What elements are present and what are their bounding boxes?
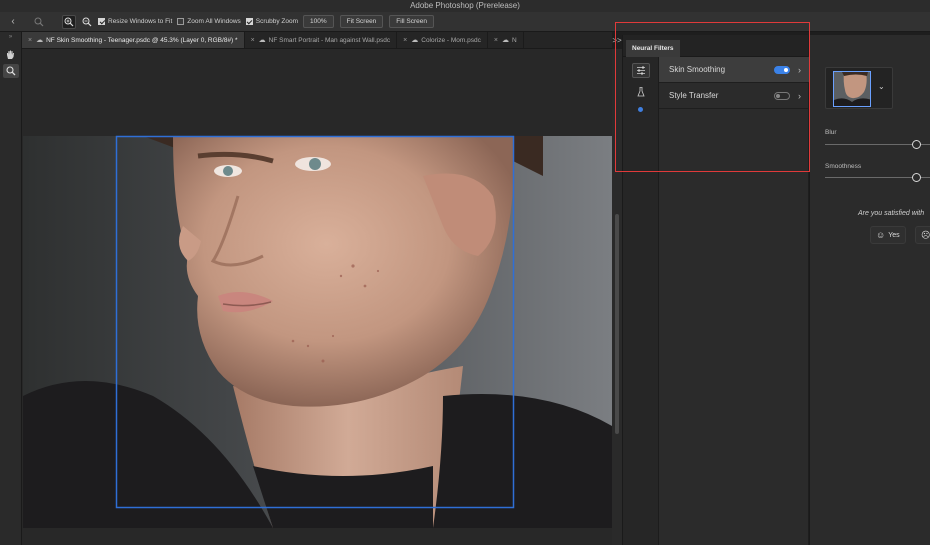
blur-label: Blur — [825, 129, 837, 136]
beaker-icon[interactable] — [632, 84, 650, 99]
blur-slider-knob[interactable] — [911, 140, 921, 149]
panel-header: Neural Filters — [623, 35, 808, 57]
document-canvas[interactable] — [22, 49, 612, 545]
yes-label: Yes — [888, 231, 900, 239]
neural-filters-panel: Neural Filters Skin Smoothing › Style Tr… — [622, 35, 809, 545]
checkbox-box — [177, 18, 185, 25]
resize-windows-checkbox[interactable]: Resize Windows to Fit — [98, 18, 172, 25]
window-title: Adobe Photoshop (Prerelease) — [0, 0, 930, 12]
tools-collapse-icon[interactable]: » — [0, 32, 21, 44]
close-icon[interactable]: × — [494, 37, 498, 44]
scrollbar-thumb[interactable] — [615, 214, 619, 434]
cloud-document-icon: ☁ — [411, 37, 419, 44]
filter-category-rail — [623, 57, 659, 545]
vertical-scrollbar[interactable] — [612, 49, 622, 545]
back-chevron-icon[interactable]: ‹ — [6, 15, 20, 29]
cloud-document-icon: ☁ — [258, 37, 266, 44]
tab-colorize[interactable]: × ☁ Colorize - Mom.psdc — [397, 32, 488, 48]
filter-label: Style Transfer — [669, 91, 719, 100]
filter-properties-panel: ⌄ Blur Smoothness Are you satisfied with… — [809, 35, 930, 545]
scrubby-zoom-label: Scrubby Zoom — [255, 18, 299, 25]
zoom-tool-icon[interactable] — [2, 64, 19, 78]
close-icon[interactable]: × — [28, 37, 32, 44]
close-icon[interactable]: × — [403, 37, 407, 44]
options-bar: ‹ Resize Windows to Fit Zoom All Windows… — [0, 12, 930, 32]
checkbox-box — [245, 18, 253, 25]
zoom-all-windows-checkbox[interactable]: Zoom All Windows — [177, 18, 241, 25]
tab-neural-filters[interactable]: Neural Filters — [626, 40, 680, 57]
smoothness-slider-knob[interactable] — [911, 173, 921, 182]
close-icon[interactable]: × — [251, 37, 255, 44]
toggle-knob — [784, 67, 788, 72]
reference-thumbnail — [833, 71, 871, 107]
resize-windows-label: Resize Windows to Fit — [108, 18, 173, 25]
tab-label: N — [511, 36, 517, 44]
checkbox-box — [98, 18, 105, 25]
style-transfer-toggle[interactable] — [774, 91, 790, 100]
toggle-knob — [776, 93, 780, 98]
smoothness-label: Smoothness — [825, 163, 862, 170]
tab-label: Colorize - Mom.psdc — [421, 36, 481, 44]
reference-image-selector[interactable]: ⌄ — [825, 67, 893, 109]
filter-style-transfer[interactable]: Style Transfer › — [659, 83, 809, 109]
cloud-document-icon: ☁ — [36, 37, 44, 44]
zoom-all-windows-label: Zoom All Windows — [187, 18, 241, 25]
fill-screen-button[interactable]: Fill Screen — [389, 15, 435, 28]
document-tabs: × ☁ NF Skin Smoothing - Teenager.psdc @ … — [22, 32, 612, 49]
hand-tool-icon[interactable] — [3, 47, 19, 61]
tab-label: NF Skin Smoothing - Teenager.psdc @ 45.3… — [46, 36, 238, 44]
tab-label: NF Smart Portrait - Man against Wall.psd… — [268, 36, 391, 44]
filter-label: Skin Smoothing — [669, 65, 726, 74]
tab-skin-smoothing[interactable]: × ☁ NF Skin Smoothing - Teenager.psdc @ … — [22, 32, 245, 48]
feedback-question: Are you satisfied with — [858, 210, 925, 217]
fit-screen-button[interactable]: Fit Screen — [339, 15, 384, 28]
feedback-yes-button[interactable]: ☺ Yes — [870, 226, 906, 244]
status-dot-icon — [638, 107, 643, 112]
cloud-document-icon: ☁ — [501, 37, 509, 44]
face-detection-box — [115, 135, 515, 509]
chevron-down-icon[interactable]: ⌄ — [878, 82, 885, 91]
zoom-out-icon[interactable] — [80, 15, 94, 29]
feedback-no-button[interactable]: ☹ — [915, 226, 930, 244]
zoom-tool-icon[interactable] — [32, 15, 46, 29]
chevron-right-icon[interactable]: › — [798, 91, 801, 101]
chevron-right-icon[interactable]: › — [798, 65, 801, 75]
smiley-icon: ☺ — [876, 230, 886, 240]
filter-skin-smoothing[interactable]: Skin Smoothing › — [659, 57, 809, 83]
tab-smart-portrait[interactable]: × ☁ NF Smart Portrait - Man against Wall… — [245, 32, 398, 48]
filter-list: Skin Smoothing › Style Transfer › — [659, 57, 809, 109]
tools-panel: » — [0, 32, 22, 545]
frown-icon: ☹ — [921, 229, 930, 240]
scrubby-zoom-checkbox[interactable]: Scrubby Zoom — [245, 18, 299, 25]
zoom-in-icon[interactable] — [62, 14, 76, 29]
skin-smoothing-toggle[interactable] — [774, 65, 790, 74]
tab-overflow[interactable]: × ☁ N — [488, 32, 524, 48]
sliders-icon[interactable] — [631, 63, 650, 78]
zoom-100-button[interactable]: 100% — [303, 15, 334, 28]
